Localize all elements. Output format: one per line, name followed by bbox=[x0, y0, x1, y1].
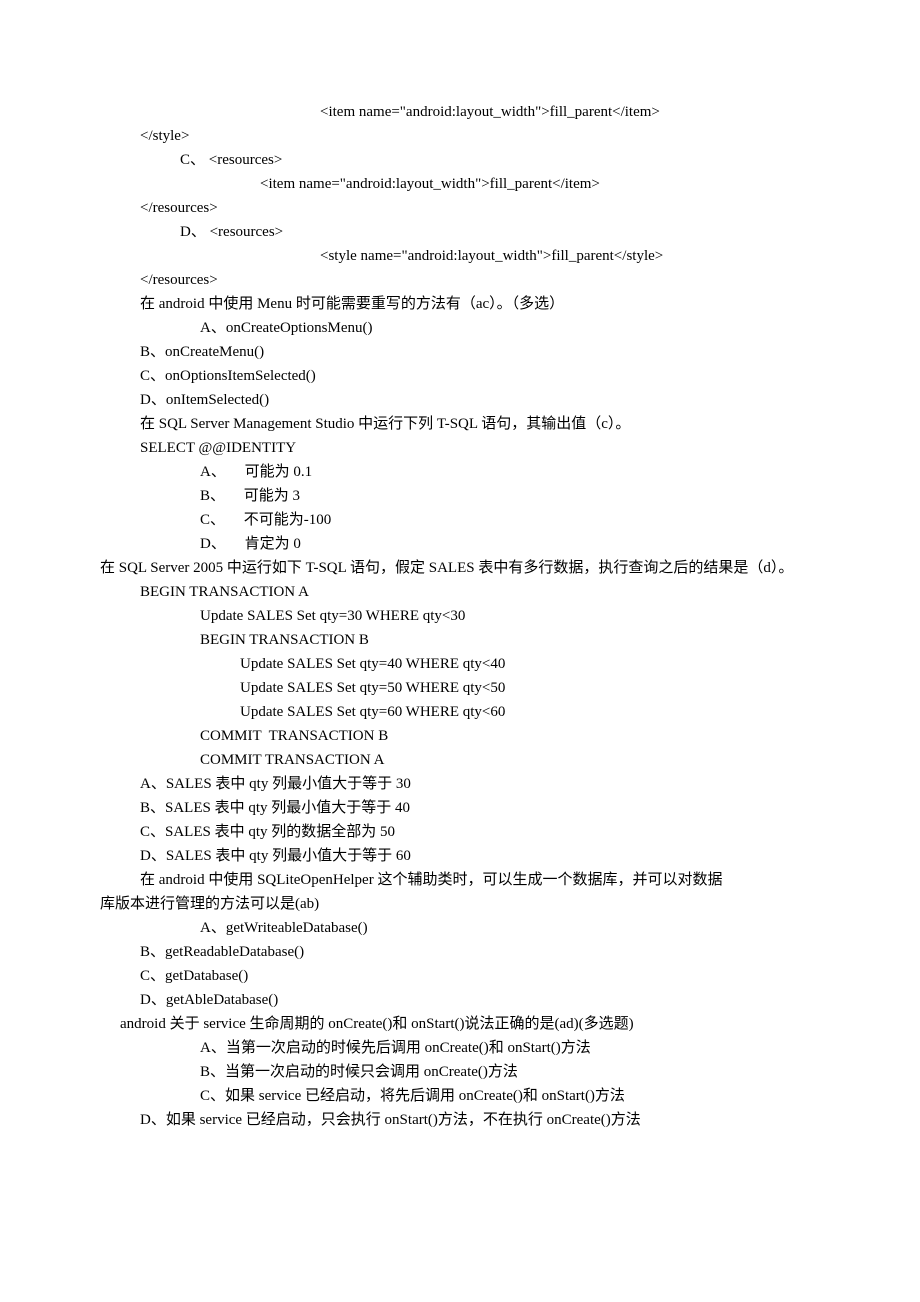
text-line: <item name="android:layout_width">fill_p… bbox=[100, 172, 820, 196]
text-line: 库版本进行管理的方法可以是(ab) bbox=[100, 892, 820, 916]
text-line: A、 可能为 0.1 bbox=[100, 460, 820, 484]
text-line: </resources> bbox=[100, 196, 820, 220]
text-line: C、onOptionsItemSelected() bbox=[100, 364, 820, 388]
text-line: 在 SQL Server Management Studio 中运行下列 T-S… bbox=[100, 412, 820, 436]
text-body: <item name="android:layout_width">fill_p… bbox=[100, 100, 820, 1132]
text-line: A、当第一次启动的时候先后调用 onCreate()和 onStart()方法 bbox=[100, 1036, 820, 1060]
text-line: <style name="android:layout_width">fill_… bbox=[100, 244, 820, 268]
text-line: C、如果 service 已经启动，将先后调用 onCreate()和 onSt… bbox=[100, 1084, 820, 1108]
text-line: D、 肯定为 0 bbox=[100, 532, 820, 556]
text-line: SELECT @@IDENTITY bbox=[100, 436, 820, 460]
text-line: A、SALES 表中 qty 列最小值大于等于 30 bbox=[100, 772, 820, 796]
text-line: A、getWriteableDatabase() bbox=[100, 916, 820, 940]
text-line: D、getAbleDatabase() bbox=[100, 988, 820, 1012]
text-line: </style> bbox=[100, 124, 820, 148]
text-line: C、getDatabase() bbox=[100, 964, 820, 988]
text-line: C、SALES 表中 qty 列的数据全部为 50 bbox=[100, 820, 820, 844]
text-line: COMMIT TRANSACTION B bbox=[100, 724, 820, 748]
text-line: D、SALES 表中 qty 列最小值大于等于 60 bbox=[100, 844, 820, 868]
text-line: B、SALES 表中 qty 列最小值大于等于 40 bbox=[100, 796, 820, 820]
text-line: BEGIN TRANSACTION B bbox=[100, 628, 820, 652]
text-line: BEGIN TRANSACTION A bbox=[100, 580, 820, 604]
text-line: android 关于 service 生命周期的 onCreate()和 onS… bbox=[100, 1012, 820, 1036]
text-line: Update SALES Set qty=60 WHERE qty<60 bbox=[100, 700, 820, 724]
text-line: B、getReadableDatabase() bbox=[100, 940, 820, 964]
text-line: 在 android 中使用 SQLiteOpenHelper 这个辅助类时，可以… bbox=[100, 868, 820, 892]
text-line: C、 <resources> bbox=[100, 148, 820, 172]
text-line: 在 android 中使用 Menu 时可能需要重写的方法有（ac）。（多选） bbox=[100, 292, 820, 316]
text-line: C、 不可能为-100 bbox=[100, 508, 820, 532]
text-line: Update SALES Set qty=50 WHERE qty<50 bbox=[100, 676, 820, 700]
text-line: Update SALES Set qty=30 WHERE qty<30 bbox=[100, 604, 820, 628]
document-page: { "lines": [ {"cls":"ind11","text":"<ite… bbox=[0, 0, 920, 1302]
text-line: D、 <resources> bbox=[100, 220, 820, 244]
text-line: D、onItemSelected() bbox=[100, 388, 820, 412]
text-line: B、onCreateMenu() bbox=[100, 340, 820, 364]
text-line: A、onCreateOptionsMenu() bbox=[100, 316, 820, 340]
text-line: COMMIT TRANSACTION A bbox=[100, 748, 820, 772]
text-line: Update SALES Set qty=40 WHERE qty<40 bbox=[100, 652, 820, 676]
text-line: B、当第一次启动的时候只会调用 onCreate()方法 bbox=[100, 1060, 820, 1084]
text-line: <item name="android:layout_width">fill_p… bbox=[100, 100, 820, 124]
text-line: 在 SQL Server 2005 中运行如下 T-SQL 语句，假定 SALE… bbox=[100, 556, 820, 580]
text-line: D、如果 service 已经启动，只会执行 onStart()方法，不在执行 … bbox=[100, 1108, 820, 1132]
text-line: </resources> bbox=[100, 268, 820, 292]
text-line: B、 可能为 3 bbox=[100, 484, 820, 508]
